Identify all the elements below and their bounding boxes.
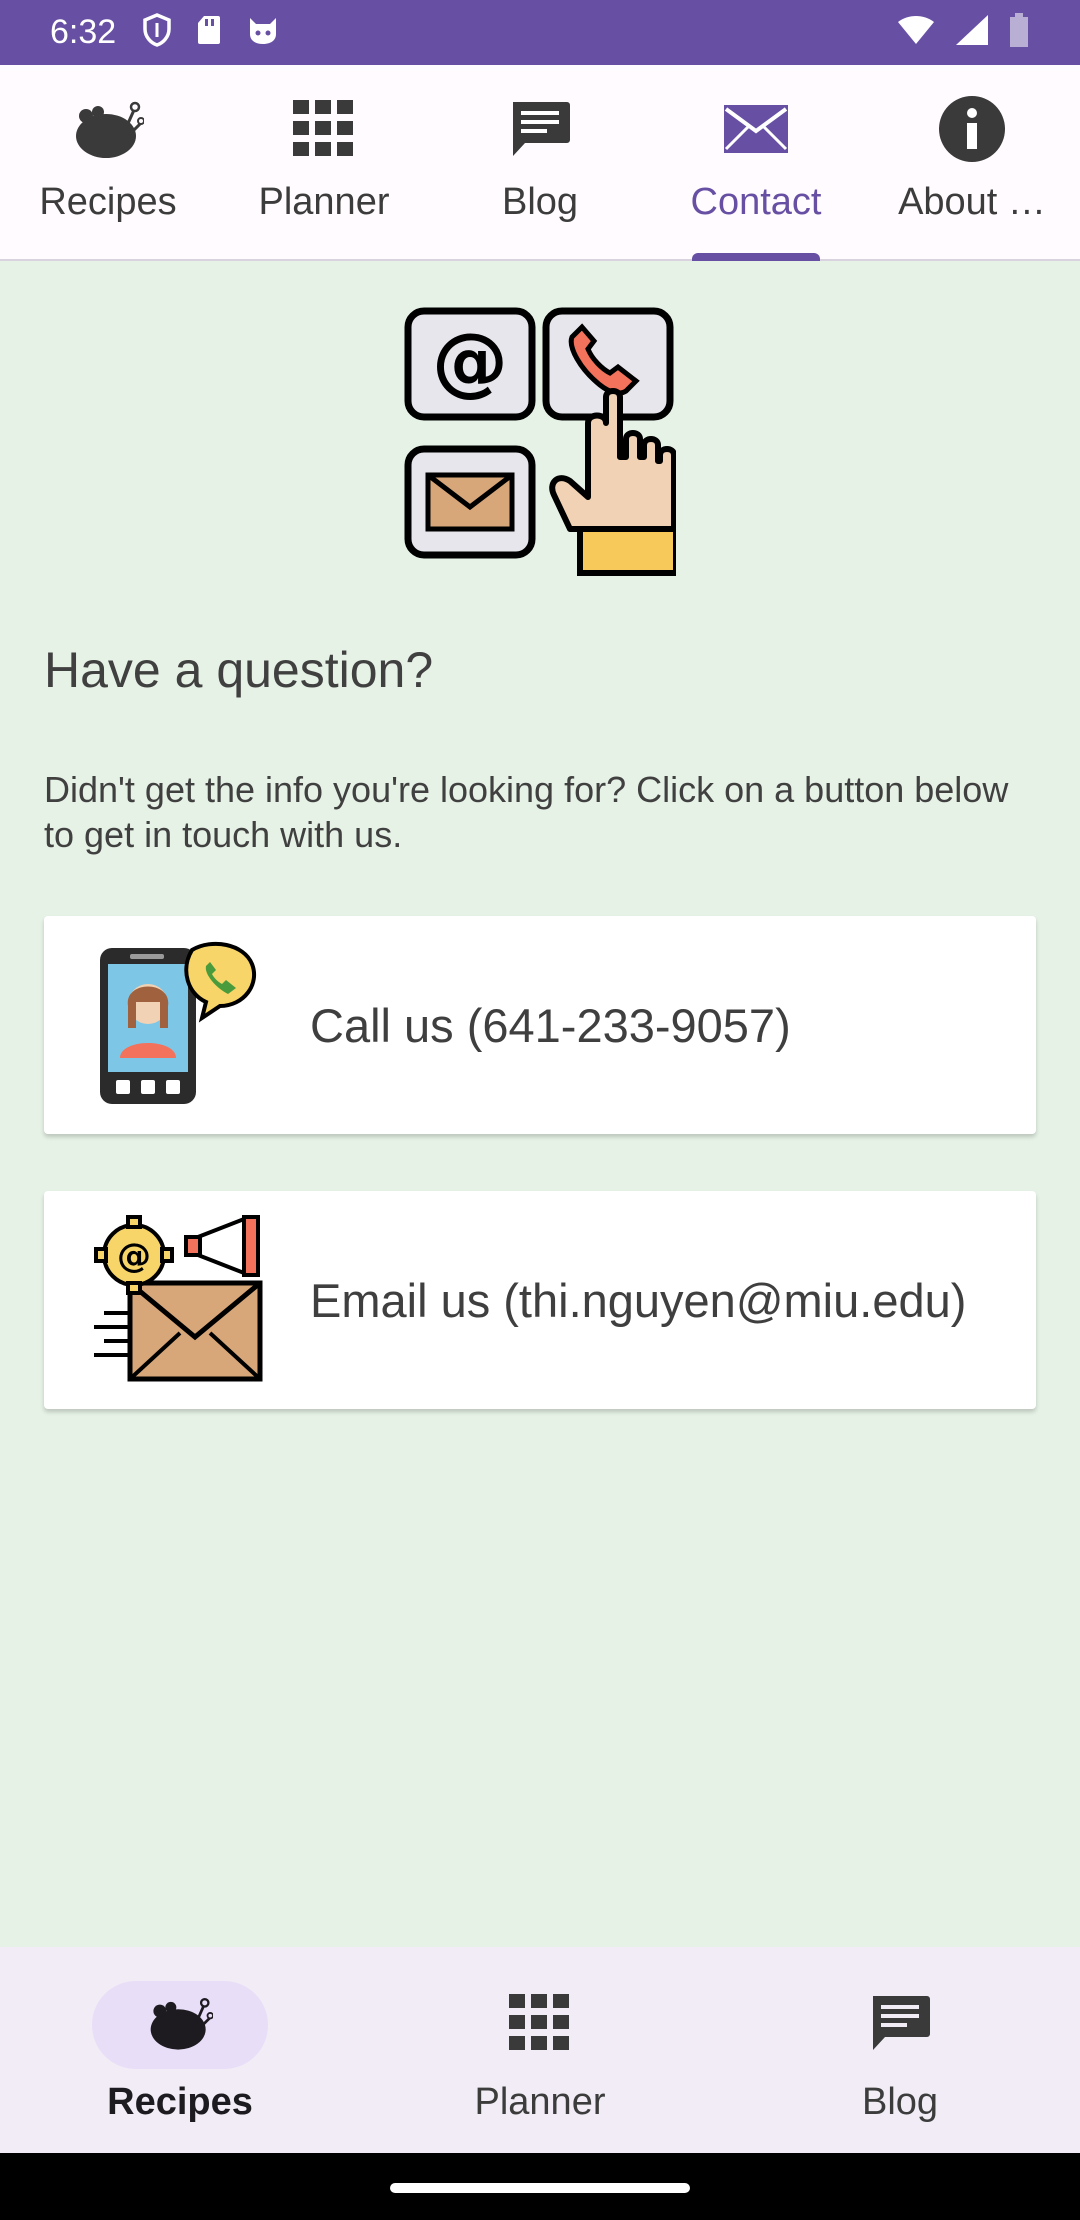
bottom-navigation: Recipes Planner Blog (0, 1947, 1080, 2153)
tab-label: Contact (690, 181, 822, 223)
tab-label: About … (898, 181, 1046, 223)
nav-icon-holder (452, 1981, 628, 2069)
tab-contact[interactable]: Contact (648, 65, 864, 261)
phone-call-icon (100, 941, 256, 1104)
tab-label: Planner (258, 181, 390, 223)
tab-label: Recipes (39, 181, 177, 223)
system-gesture-bar (0, 2153, 1080, 2220)
nav-label: Blog (861, 2081, 939, 2123)
wifi-icon (896, 14, 936, 51)
nav-blog[interactable]: Blog (720, 1947, 1080, 2153)
page-description: Didn't get the info you're looking for? … (44, 769, 1009, 855)
turkey-icon (147, 1994, 214, 2057)
nav-label: Planner (474, 2081, 606, 2123)
nav-label: Recipes (107, 2081, 253, 2123)
chat-icon (504, 93, 576, 165)
chat-icon (869, 1994, 931, 2057)
contact-content: @ Have a question? Didn't get the info y… (0, 261, 1080, 1947)
nav-icon-holder (812, 1981, 988, 2069)
grid-icon (509, 1993, 571, 2057)
email-us-button[interactable]: @ Email us (thi.nguyen@miu.edu) (44, 1191, 1036, 1409)
tab-about[interactable]: About … (864, 65, 1080, 259)
call-us-button[interactable]: Call us (641-233-9057) (44, 916, 1036, 1134)
svg-text:@: @ (432, 316, 508, 405)
home-handle[interactable] (390, 2183, 690, 2193)
nav-recipes[interactable]: Recipes (0, 1947, 360, 2153)
tab-label: Blog (501, 181, 579, 223)
active-tab-indicator (692, 253, 820, 261)
nav-planner[interactable]: Planner (360, 1947, 720, 2153)
svg-text:@: @ (117, 1236, 151, 1276)
email-marketing-icon: @ (94, 1215, 263, 1382)
mail-icon (720, 93, 792, 165)
turkey-icon (72, 93, 144, 165)
contact-methods-icon: @ (404, 307, 676, 576)
tab-recipes[interactable]: Recipes (0, 65, 216, 259)
email-us-label: Email us (thi.nguyen@miu.edu) (310, 1273, 967, 1327)
status-icons-right (896, 12, 1030, 53)
tab-blog[interactable]: Blog (432, 65, 648, 259)
call-us-label: Call us (641-233-9057) (310, 998, 791, 1052)
nav-active-indicator (92, 1981, 268, 2069)
top-tab-bar: Recipes Planner Blog Contact About … (0, 65, 1080, 261)
page-heading: Have a question? (44, 642, 434, 698)
battery-icon (1008, 12, 1030, 53)
cat-face-icon (246, 14, 280, 51)
status-bar: 6:32 (0, 0, 1080, 65)
info-icon (936, 93, 1008, 165)
sd-card-icon (196, 14, 222, 51)
tab-planner[interactable]: Planner (216, 65, 432, 259)
grid-icon (288, 93, 360, 165)
status-time: 6:32 (50, 13, 117, 51)
shield-icon (142, 13, 172, 52)
status-icons-left (142, 13, 280, 52)
signal-icon (954, 13, 990, 52)
